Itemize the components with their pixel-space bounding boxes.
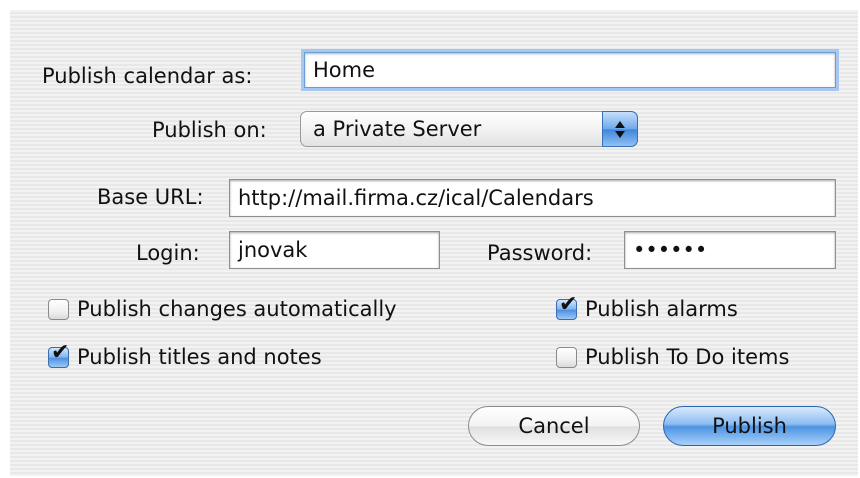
alarms-option[interactable]: ✔ Publish alarms bbox=[556, 293, 738, 321]
publish-on-popup[interactable]: a Private Server bbox=[300, 111, 638, 147]
publish-on-value: a Private Server bbox=[313, 117, 482, 141]
login-label: Login: bbox=[136, 241, 200, 265]
publish-as-label: Publish calendar as: bbox=[42, 64, 253, 88]
titles-notes-checkbox[interactable]: ✔ bbox=[48, 341, 69, 368]
publish-on-label: Publish on: bbox=[152, 118, 267, 142]
base-url-field[interactable]: http://mail.firma.cz/ical/Calendars bbox=[229, 179, 836, 217]
publish-as-field[interactable]: Home bbox=[304, 52, 836, 88]
titles-notes-label: Publish titles and notes bbox=[77, 345, 322, 369]
changes-auto-option[interactable]: Publish changes automatically bbox=[48, 297, 397, 321]
titles-notes-option[interactable]: ✔ Publish titles and notes bbox=[48, 341, 322, 369]
checkmark-icon: ✔ bbox=[559, 291, 578, 317]
login-field[interactable]: jnovak bbox=[229, 231, 440, 269]
changes-auto-checkbox[interactable] bbox=[48, 298, 69, 320]
changes-auto-label: Publish changes automatically bbox=[77, 297, 397, 321]
cancel-button[interactable]: Cancel bbox=[468, 406, 640, 446]
todo-items-option[interactable]: Publish To Do items bbox=[556, 345, 789, 369]
alarms-label: Publish alarms bbox=[585, 297, 738, 321]
base-url-label: Base URL: bbox=[97, 185, 204, 209]
password-label: Password: bbox=[487, 241, 593, 265]
todo-items-label: Publish To Do items bbox=[585, 345, 790, 369]
alarms-checkbox[interactable]: ✔ bbox=[556, 293, 577, 320]
updown-arrows-icon bbox=[602, 111, 638, 147]
password-field[interactable]: •••••• bbox=[624, 231, 836, 269]
checkmark-icon: ✔ bbox=[51, 339, 70, 365]
publish-button[interactable]: Publish bbox=[663, 406, 836, 446]
todo-items-checkbox[interactable] bbox=[556, 346, 577, 368]
publish-dialog: Publish calendar as: Home Publish on: a … bbox=[10, 10, 858, 476]
